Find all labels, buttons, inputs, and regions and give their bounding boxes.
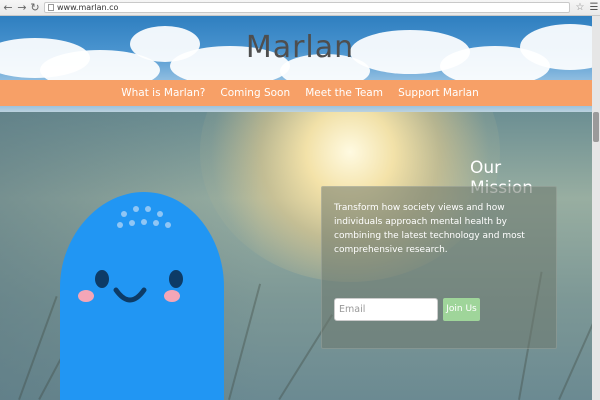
mascot-dot bbox=[157, 211, 163, 217]
browser-toolbar: ← → ↻ www.marlan.co ☆ ☰ bbox=[0, 0, 600, 16]
reload-icon[interactable]: ↻ bbox=[29, 1, 41, 14]
mascot-dot bbox=[133, 206, 139, 212]
mascot-left-eye bbox=[95, 270, 109, 288]
mascot-dot bbox=[153, 220, 159, 226]
mascot-dot bbox=[141, 219, 147, 225]
url-text: www.marlan.co bbox=[57, 3, 119, 12]
grass-blade bbox=[558, 316, 597, 400]
star-icon[interactable]: ☆ bbox=[574, 1, 586, 14]
mascot-dot bbox=[145, 206, 151, 212]
mascot-illustration bbox=[60, 192, 224, 400]
site-logo[interactable]: Marlan bbox=[0, 30, 600, 65]
mascot-dot bbox=[121, 211, 127, 217]
main-nav: What is Marlan? Coming Soon Meet the Tea… bbox=[0, 80, 600, 106]
nav-item-what-is-marlan[interactable]: What is Marlan? bbox=[121, 80, 205, 106]
mascot-dot bbox=[129, 220, 135, 226]
address-bar[interactable]: www.marlan.co bbox=[44, 2, 570, 13]
mascot-dot bbox=[165, 222, 171, 228]
header-banner: Marlan bbox=[0, 16, 600, 80]
mascot-right-eye bbox=[169, 270, 183, 288]
back-arrow-icon[interactable]: ← bbox=[2, 1, 14, 14]
nav-item-support-marlan[interactable]: Support Marlan bbox=[398, 80, 479, 106]
scrollbar-thumb[interactable] bbox=[593, 112, 599, 142]
join-us-button[interactable]: Join Us bbox=[443, 298, 480, 321]
nav-item-coming-soon[interactable]: Coming Soon bbox=[220, 80, 290, 106]
email-input[interactable] bbox=[334, 298, 438, 321]
scrollbar[interactable] bbox=[592, 16, 600, 400]
mission-text: Transform how society views and how indi… bbox=[334, 203, 525, 255]
mascot-right-cheek bbox=[164, 290, 180, 302]
mascot-dot bbox=[117, 222, 123, 228]
mascot-left-cheek bbox=[78, 290, 94, 302]
nav-item-meet-the-team[interactable]: Meet the Team bbox=[305, 80, 383, 106]
menu-icon[interactable]: ☰ bbox=[588, 1, 600, 14]
page-icon bbox=[48, 4, 54, 11]
mission-panel: Transform how society views and how indi… bbox=[321, 186, 557, 349]
forward-arrow-icon[interactable]: → bbox=[16, 1, 28, 14]
